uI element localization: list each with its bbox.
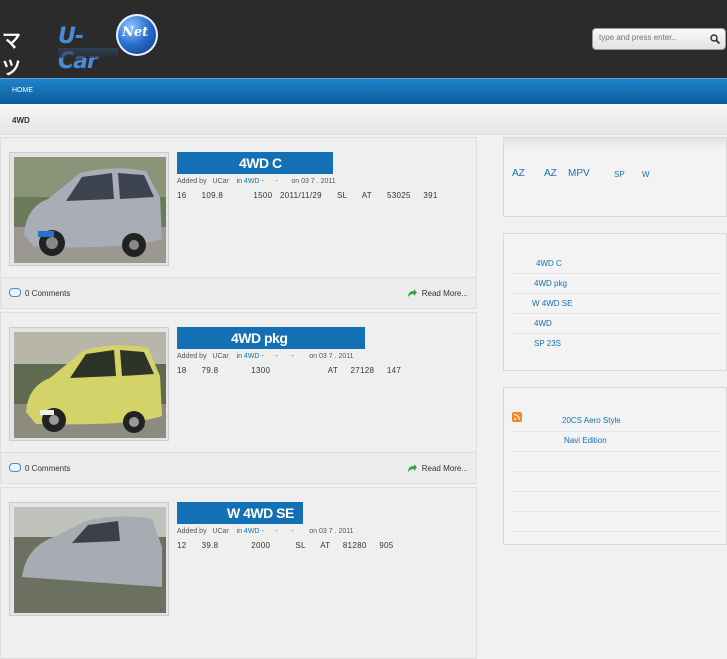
recent-post-link[interactable]: 4WD pkg	[534, 279, 567, 288]
comments-count: 0 Comments	[25, 464, 71, 473]
recent-post-link[interactable]: SP 23S	[534, 339, 561, 348]
post-specs: 12 39.8 2000 SL AT 81280 905	[177, 541, 394, 550]
comments-link[interactable]: 0 Comments	[9, 288, 70, 298]
category-link[interactable]: SP	[614, 170, 625, 179]
car-photo[interactable]	[9, 327, 169, 441]
search-icon[interactable]	[709, 33, 721, 45]
recent-post-link[interactable]: 4WD C	[536, 259, 562, 268]
recent-post-item[interactable]: 4WD	[512, 314, 720, 334]
site-header: マツダ U-Car Net	[0, 0, 727, 106]
read-more-label: Read More...	[421, 464, 468, 473]
comments-count: 0 Comments	[25, 289, 71, 298]
recent-post-item[interactable]: 4WD C	[512, 254, 720, 274]
breadcrumb: 4WD	[12, 116, 30, 125]
post-category-link[interactable]: 4WD	[244, 528, 260, 535]
category-link[interactable]: MPV	[568, 168, 590, 179]
post-specs: 16 109.8 1500 2011/11/29 SL AT 53025 391	[177, 191, 438, 200]
feed-item	[512, 472, 720, 492]
category-link[interactable]: AZ	[512, 168, 525, 179]
post-meta-prefix: Added by UCar in	[177, 178, 244, 185]
car-image	[14, 332, 166, 438]
recent-post-item[interactable]: W 4WD SE	[512, 294, 720, 314]
search-input[interactable]	[599, 33, 703, 42]
post-footer: 0 Comments Read More...	[1, 277, 476, 308]
feed-item	[512, 492, 720, 512]
car-photo[interactable]	[9, 502, 169, 616]
read-more-link[interactable]: Read More...	[407, 463, 468, 473]
post-meta: Added by UCar in 4WD - - - on 03 7 . 201…	[177, 528, 354, 535]
car-image	[14, 157, 166, 263]
sidebar-feed: 20CS Aero Style Navi Edition	[503, 387, 727, 545]
post-meta: Added by UCar in 4WD - - on 03 7 . 2011	[177, 178, 336, 185]
recent-post-link[interactable]: W 4WD SE	[532, 299, 572, 308]
feed-item[interactable]: Navi Edition	[512, 432, 720, 452]
post-title[interactable]: W 4WD SE	[177, 502, 303, 524]
logo-globe: Net	[116, 14, 158, 56]
logo-net: Net	[122, 25, 149, 40]
feed-item[interactable]: 20CS Aero Style	[512, 412, 720, 432]
read-more-link[interactable]: Read More...	[407, 288, 468, 298]
comment-icon	[9, 288, 21, 297]
feed-item	[512, 512, 720, 532]
post-title[interactable]: 4WD pkg	[177, 327, 365, 349]
post-meta-suffix: - - - on 03 7 . 2011	[259, 353, 354, 360]
logo-reflection	[58, 48, 118, 58]
comments-link[interactable]: 0 Comments	[9, 463, 70, 473]
comment-icon	[9, 463, 21, 472]
post-title[interactable]: 4WD C	[177, 152, 333, 174]
recent-post-link[interactable]: 4WD	[534, 319, 552, 328]
category-link[interactable]: AZ	[544, 168, 557, 179]
sidebar-recent-posts: 4WD C 4WD pkg W 4WD SE 4WD SP 23S	[503, 233, 727, 371]
arrow-icon	[407, 464, 417, 472]
post-item: W 4WD SE Added by UCar in 4WD - - - on 0…	[0, 487, 477, 659]
feed-link[interactable]: Navi Edition	[564, 436, 607, 445]
sidebar-categories: AZ AZ MPV SP W	[503, 137, 727, 217]
feed-item	[512, 452, 720, 472]
recent-post-item[interactable]: 4WD pkg	[512, 274, 720, 294]
post-list: 4WD C Added by UCar in 4WD - - on 03 7 .…	[0, 137, 477, 659]
read-more-label: Read More...	[421, 289, 468, 298]
nav-home[interactable]: HOME	[12, 87, 33, 94]
post-specs: 18 79.8 1300 AT 27128 147	[177, 366, 402, 375]
feed-link[interactable]: 20CS Aero Style	[562, 416, 621, 425]
category-link[interactable]: W	[642, 170, 650, 179]
post-category-link[interactable]: 4WD	[244, 353, 260, 360]
car-image	[14, 507, 166, 613]
post-footer: 0 Comments Read More...	[1, 452, 476, 483]
post-item: 4WD C Added by UCar in 4WD - - on 03 7 .…	[0, 137, 477, 309]
recent-post-item[interactable]: SP 23S	[512, 334, 720, 354]
breadcrumb-bar: 4WD	[0, 104, 727, 135]
post-meta: Added by UCar in 4WD - - - on 03 7 . 201…	[177, 353, 354, 360]
post-meta-suffix: - - on 03 7 . 2011	[259, 178, 336, 185]
post-item: 4WD pkg Added by UCar in 4WD - - - on 03…	[0, 312, 477, 484]
main-nav: HOME	[0, 78, 727, 104]
post-meta-prefix: Added by UCar in	[177, 528, 244, 535]
arrow-icon	[407, 289, 417, 297]
search-box[interactable]	[592, 28, 726, 50]
post-meta-suffix: - - - on 03 7 . 2011	[259, 528, 354, 535]
post-meta-prefix: Added by UCar in	[177, 353, 244, 360]
box-header	[504, 138, 726, 150]
car-photo[interactable]	[9, 152, 169, 266]
post-category-link[interactable]: 4WD	[244, 178, 260, 185]
